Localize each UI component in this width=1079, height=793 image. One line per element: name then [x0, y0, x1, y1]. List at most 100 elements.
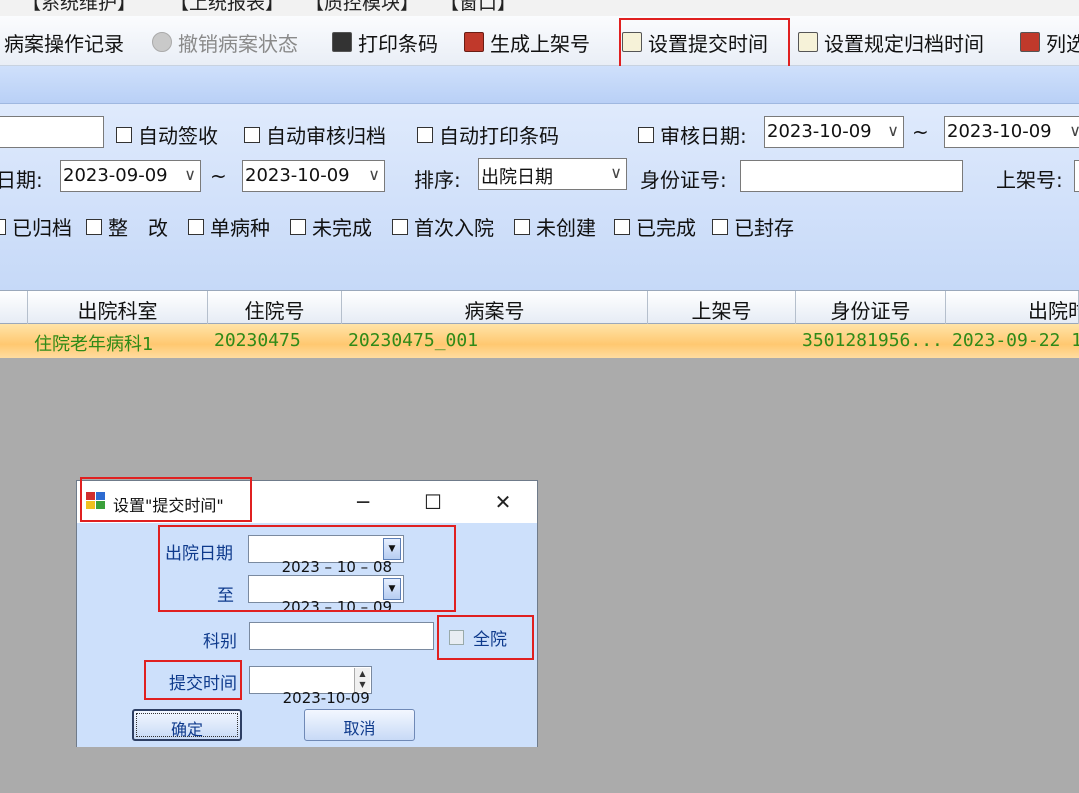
- auto-print-checkbox[interactable]: 自动打印条码: [417, 120, 559, 149]
- to-label: 至: [217, 586, 234, 606]
- case-operation-log-button[interactable]: 病案操作记录: [4, 28, 124, 56]
- dialog-titlebar[interactable]: 设置"提交时间" ─ ☐ ✕: [77, 481, 537, 523]
- status-incomplete-label: 未完成: [312, 216, 372, 240]
- menu-reports[interactable]: 【上统报表】: [170, 0, 284, 15]
- id-number-input[interactable]: [740, 160, 963, 192]
- cell-inpatient-no: 20230475: [214, 330, 301, 351]
- dialog-title: 设置"提交时间": [113, 496, 224, 515]
- date-to-picker[interactable]: 2023-10-09 ∨: [242, 160, 385, 192]
- review-date-from-value: 2023-10-09: [767, 121, 872, 142]
- maximize-button[interactable]: ☐: [413, 487, 453, 517]
- whole-hospital-checkbox[interactable]: [449, 630, 464, 645]
- dialog-body: 出院日期 2023 – 10 – 08 ▼ 至 2023 – 10 – 09 ▼…: [77, 523, 537, 747]
- status-archived-checkbox[interactable]: 已归档: [0, 212, 72, 241]
- checkbox-box: [86, 218, 102, 235]
- chevron-down-icon: ∨: [368, 165, 380, 184]
- generate-shelf-number-button[interactable]: 生成上架号: [464, 28, 590, 56]
- status-sealed-checkbox[interactable]: 已封存: [712, 212, 794, 241]
- dropdown-arrow-icon[interactable]: ▼: [383, 578, 401, 600]
- review-date-checkbox[interactable]: 审核日期:: [638, 120, 747, 149]
- submit-time-label: 提交时间: [169, 674, 237, 694]
- grid-column-header[interactable]: 病案号: [342, 291, 648, 324]
- cube-icon: [464, 32, 484, 52]
- tilde-separator: ~: [912, 120, 929, 144]
- minimize-button[interactable]: ─: [343, 487, 383, 517]
- status-not-created-label: 未创建: [536, 216, 596, 240]
- chevron-down-icon: ∨: [1069, 121, 1079, 140]
- review-date-from-picker[interactable]: 2023-10-09 ∨: [764, 116, 904, 148]
- checkbox-box: [638, 126, 654, 143]
- status-archived-label: 已归档: [12, 216, 72, 240]
- tilde-separator: ~: [210, 164, 227, 188]
- print-barcode-button[interactable]: 打印条码: [332, 28, 438, 56]
- revoke-case-status-button[interactable]: 撤销病案状态: [152, 28, 298, 56]
- status-rectify-label: 整 改: [108, 216, 168, 240]
- spinner-icon[interactable]: ▲ ▼: [354, 668, 370, 692]
- status-completed-label: 已完成: [636, 216, 696, 240]
- checkbox-box: [244, 126, 260, 143]
- department-label: 科别: [203, 632, 237, 652]
- discharge-date-from-picker[interactable]: 2023 – 10 – 08 ▼: [248, 535, 404, 576]
- grid-column-header[interactable]: 住院号: [208, 291, 342, 324]
- status-incomplete-checkbox[interactable]: 未完成: [290, 212, 372, 241]
- checkbox-box: [614, 218, 630, 235]
- panel-band: [0, 66, 1079, 104]
- list-icon: [1020, 32, 1040, 52]
- set-submit-time-button[interactable]: 设置提交时间: [622, 28, 768, 56]
- checkbox-box: [116, 126, 132, 143]
- review-date-to-picker[interactable]: 2023-10-09 ∨: [944, 116, 1079, 148]
- checkbox-box: [188, 218, 204, 235]
- status-first-admission-checkbox[interactable]: 首次入院: [392, 212, 494, 241]
- close-button[interactable]: ✕: [483, 487, 523, 517]
- menu-quality[interactable]: 【质控模块】: [305, 0, 419, 15]
- status-not-created-checkbox[interactable]: 未创建: [514, 212, 596, 241]
- cell-discharge-time: 2023-09-22 1: [952, 330, 1079, 351]
- set-archive-time-button[interactable]: 设置规定归档时间: [798, 28, 984, 56]
- auto-sign-checkbox[interactable]: 自动签收: [116, 120, 218, 149]
- checkbox-box: [0, 218, 6, 235]
- id-number-label: 身份证号:: [640, 168, 727, 192]
- table-row[interactable]: 住院老年病科1 20230475 20230475_001 3501281956…: [0, 324, 1079, 358]
- column-select-button[interactable]: 列选: [1020, 28, 1079, 56]
- checkbox-box: [392, 218, 408, 235]
- cancel-button[interactable]: 取消: [304, 709, 415, 741]
- grid-column-header-row[interactable]: [0, 291, 28, 324]
- grid-column-header[interactable]: 出院时: [946, 291, 1079, 324]
- shelf-number-input[interactable]: [1074, 160, 1079, 192]
- chevron-down-icon: ∨: [184, 165, 196, 184]
- submit-time-picker[interactable]: 2023-10-09 ▲ ▼: [249, 666, 372, 707]
- generate-shelf-number-label: 生成上架号: [490, 31, 590, 56]
- discharge-date-label: 日期:: [0, 168, 43, 192]
- print-barcode-label: 打印条码: [358, 31, 438, 56]
- auto-review-checkbox[interactable]: 自动审核归档: [244, 120, 386, 149]
- search-input-left[interactable]: [0, 116, 104, 148]
- document-icon: [622, 32, 642, 52]
- review-date-to-value: 2023-10-09: [947, 121, 1052, 142]
- menu-system[interactable]: 【系统维护】: [22, 0, 136, 15]
- chevron-down-icon: ∨: [610, 163, 622, 182]
- review-date-label: 审核日期:: [660, 124, 747, 148]
- discharge-date-to-picker[interactable]: 2023 – 10 – 09 ▼: [248, 575, 404, 616]
- cell-dept: 住院老年病科1: [34, 334, 154, 355]
- grid-column-header[interactable]: 出院科室: [28, 291, 208, 324]
- sort-select[interactable]: 出院日期 ∨: [478, 158, 627, 190]
- checkbox-box: [514, 218, 530, 235]
- app-icon: [86, 492, 106, 510]
- status-first-admission-label: 首次入院: [414, 216, 494, 240]
- discharge-date-to-value: 2023 – 10 – 09: [281, 598, 393, 616]
- dropdown-arrow-icon[interactable]: ▼: [383, 538, 401, 560]
- status-completed-checkbox[interactable]: 已完成: [614, 212, 696, 241]
- shelf-number-label: 上架号:: [996, 168, 1063, 192]
- status-single-disease-checkbox[interactable]: 单病种: [188, 212, 270, 241]
- date-from-picker[interactable]: 2023-09-09 ∨: [60, 160, 201, 192]
- status-rectify-checkbox[interactable]: 整 改: [86, 212, 168, 241]
- grid-column-header[interactable]: 身份证号: [796, 291, 946, 324]
- set-submit-time-dialog: 设置"提交时间" ─ ☐ ✕ 出院日期 2023 – 10 – 08 ▼ 至 2…: [76, 480, 538, 747]
- ok-button[interactable]: 确定: [132, 709, 242, 741]
- revoke-case-status-label: 撤销病案状态: [178, 31, 298, 56]
- grid-column-header[interactable]: 上架号: [648, 291, 796, 324]
- menu-window[interactable]: 【窗口】: [440, 0, 516, 15]
- cell-case-no: 20230475_001: [348, 330, 479, 351]
- department-input[interactable]: [249, 622, 434, 650]
- whole-hospital-label: 全院: [473, 630, 507, 650]
